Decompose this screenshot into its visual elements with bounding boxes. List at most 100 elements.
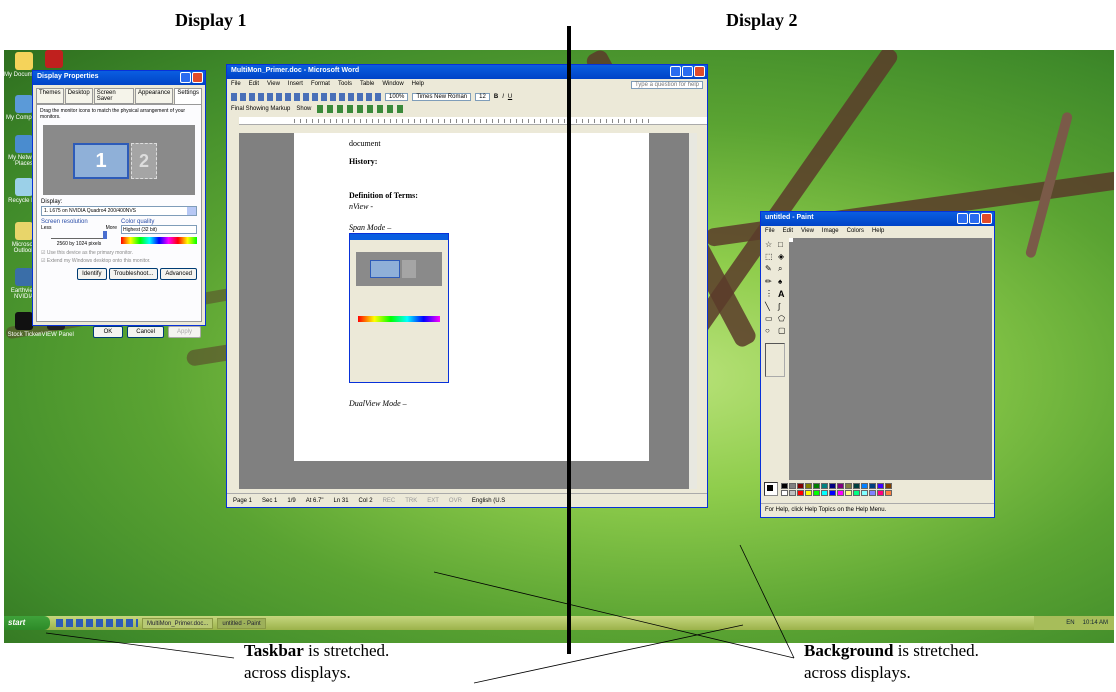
menu-edit[interactable]: Edit [783,228,793,234]
paint-titlebar[interactable]: untitled - Paint [761,212,994,226]
palette-swatch[interactable] [821,489,828,496]
select-icon[interactable]: □ [778,240,788,249]
magnifier-icon[interactable]: ⌕ [778,264,788,274]
cancel-button[interactable]: Cancel [127,326,164,338]
display-properties-titlebar[interactable]: Display Properties [33,71,205,85]
color-quality-select[interactable]: Highest (32 bit) [121,225,197,234]
menu-file[interactable]: File [231,81,241,89]
palette-swatch[interactable] [853,489,860,496]
document-page[interactable]: document History: Definition of Terms: n… [294,133,649,461]
help-button[interactable] [180,72,191,83]
resolution-slider[interactable] [51,231,107,239]
bold-button[interactable]: B [494,94,498,100]
paint-canvas[interactable] [789,238,793,242]
palette-swatch[interactable] [829,489,836,496]
menu-view[interactable]: View [267,81,280,89]
show-button[interactable]: Show [296,106,311,112]
fill-icon[interactable]: ◈ [778,252,788,261]
monitor-2[interactable]: 2 [131,143,157,179]
troubleshoot-button[interactable]: Troubleshoot... [108,268,159,280]
palette-swatch[interactable] [861,482,868,489]
palette-swatch[interactable] [797,482,804,489]
palette-swatch[interactable] [885,482,892,489]
menu-edit[interactable]: Edit [249,81,259,89]
menu-window[interactable]: Window [382,81,403,89]
eraser-icon[interactable]: ⬚ [765,252,775,261]
palette-swatch[interactable] [877,489,884,496]
help-search-box[interactable]: Type a question for help [630,81,703,89]
free-select-icon[interactable]: ☆ [765,240,775,249]
palette-swatch[interactable] [869,482,876,489]
menu-format[interactable]: Format [311,81,330,89]
slider-handle[interactable] [103,231,107,239]
menu-insert[interactable]: Insert [288,81,303,89]
palette-swatch[interactable] [885,489,892,496]
rectangle-icon[interactable]: ▭ [765,314,775,323]
rounded-rect-icon[interactable]: ▢ [778,326,788,335]
palette-swatch[interactable] [797,489,804,496]
font-size-box[interactable]: 12 [475,93,490,101]
palette-swatch[interactable] [845,482,852,489]
tab-themes[interactable]: Themes [36,88,64,104]
tab-settings[interactable]: Settings [174,88,202,104]
menu-help[interactable]: Help [872,228,884,234]
quick-launch-icons[interactable] [56,619,138,627]
menu-colors[interactable]: Colors [847,228,864,234]
palette-swatch[interactable] [789,482,796,489]
primary-checkbox[interactable]: ☑ Use this device as the primary monitor… [37,249,201,257]
palette-swatch[interactable] [877,482,884,489]
apply-button[interactable]: Apply [167,326,201,338]
minimize-button[interactable] [670,66,681,77]
zoom-box[interactable]: 100% [385,93,409,101]
palette-swatch[interactable] [853,482,860,489]
close-button[interactable] [192,72,203,83]
markup-select[interactable]: Final Showing Markup [231,106,290,112]
menu-file[interactable]: File [765,228,775,234]
menu-tools[interactable]: Tools [338,81,352,89]
palette-swatch[interactable] [829,482,836,489]
ellipse-icon[interactable]: ○ [765,326,775,335]
tab-appearance[interactable]: Appearance [134,88,174,104]
palette-swatch[interactable] [837,489,844,496]
menu-image[interactable]: Image [822,228,839,234]
menu-help[interactable]: Help [412,81,424,89]
pencil-icon[interactable]: ✏ [765,277,775,286]
maximize-button[interactable] [969,213,980,224]
airbrush-icon[interactable]: ⋮ [765,289,775,299]
font-box[interactable]: Times New Roman [412,93,472,101]
maximize-button[interactable] [682,66,693,77]
toolbar-icons[interactable] [231,93,381,101]
menu-table[interactable]: Table [360,81,374,89]
clock[interactable]: 10:14 AM [1083,620,1108,626]
palette-swatch[interactable] [845,489,852,496]
monitor-1[interactable]: 1 [73,143,129,179]
close-button[interactable] [981,213,992,224]
palette-swatch[interactable] [805,489,812,496]
underline-button[interactable]: U [508,94,512,100]
identify-button[interactable]: Identify [77,268,107,280]
line-icon[interactable]: ╲ [765,302,775,311]
menu-view[interactable]: View [801,228,814,234]
palette-swatch[interactable] [869,489,876,496]
vertical-scrollbar[interactable] [689,133,697,489]
tab-desktop[interactable]: Desktop [64,88,93,104]
minimize-button[interactable] [957,213,968,224]
polygon-icon[interactable]: ⬠ [778,314,788,323]
italic-button[interactable]: I [502,94,504,100]
current-colors[interactable] [764,482,778,496]
palette-swatch[interactable] [781,489,788,496]
curve-icon[interactable]: ∫ [778,302,788,311]
word-titlebar[interactable]: MultiMon_Primer.doc - Microsoft Word [227,65,707,79]
review-icons[interactable] [317,105,408,113]
brush-icon[interactable]: ♠ [778,277,788,286]
palette-swatch[interactable] [837,482,844,489]
palette-swatch[interactable] [813,482,820,489]
text-icon[interactable]: A [778,289,788,299]
ok-button[interactable]: OK [92,326,124,338]
start-button[interactable]: start [4,616,50,630]
palette-swatch[interactable] [789,489,796,496]
tab-screen-saver[interactable]: Screen Saver [93,88,134,104]
extend-checkbox[interactable]: ☑ Extend my Windows desktop onto this mo… [37,257,201,265]
palette-swatch[interactable] [781,482,788,489]
picker-icon[interactable]: ✎ [765,264,775,274]
